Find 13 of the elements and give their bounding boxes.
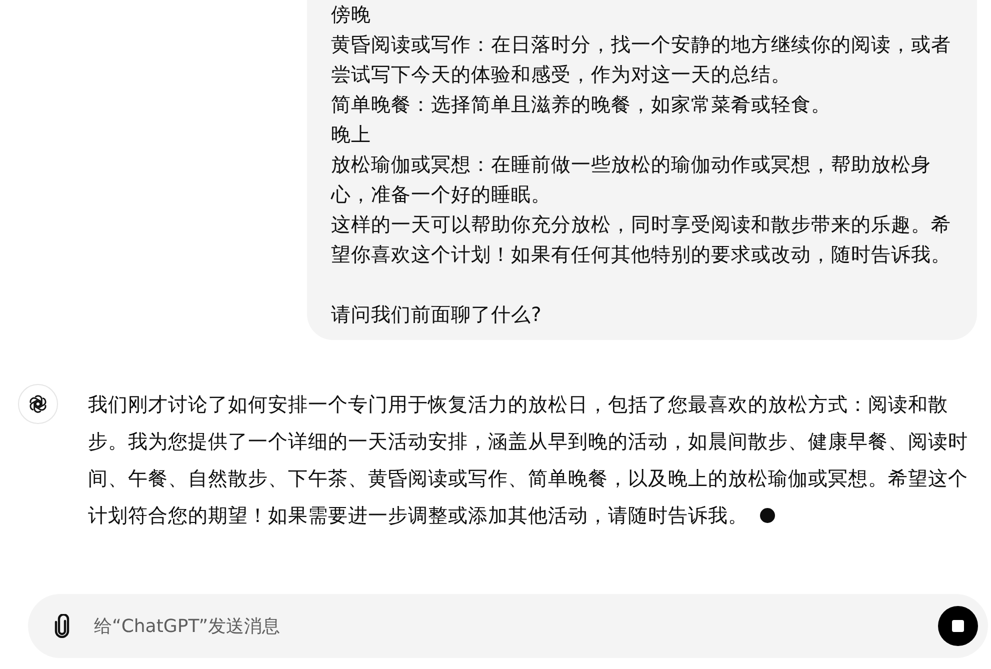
- assistant-message-text: 我们刚才讨论了如何安排一个专门用于恢复活力的放松日，包括了您最喜欢的放松方式：阅读和散步。我为您提供了一个详细的一天活动安排，涵盖从早到晚的活动，如晨间散步、健康早餐、阅读时间、午餐、自然散步、下午茶、黄昏阅读或写作、简单晚餐，以及晚上的放松瑜伽或冥想。希望这个计划符合您的期望！如果需要进一步调整或添加其他活动，请随时告诉我。: [88, 393, 968, 527]
- message-text: 这样的一天可以帮助你充分放松，同时享受阅读和散步带来的乐趣。希望你喜欢这个计划！如果有任何其他特别的要求或改动，随时告诉我。: [331, 212, 952, 268]
- attach-paperclip-icon[interactable]: [52, 614, 72, 638]
- message-text: 晚上: [331, 122, 372, 148]
- message-text: 简单晚餐：选择简单且滋养的晚餐，如家常菜肴或轻食。: [331, 92, 832, 118]
- message-input-field[interactable]: 给“ChatGPT”发送消息: [28, 594, 988, 658]
- message-text: 请问我们前面聊了什么?: [331, 302, 542, 328]
- message-text: 放松瑜伽或冥想：在睡前做一些放松的瑜伽动作或冥想，帮助放松身心，准备一个好的睡眠。: [331, 152, 932, 208]
- message-text: 傍晚: [331, 2, 372, 28]
- stop-generating-button[interactable]: [938, 606, 978, 646]
- assistant-avatar-icon: [18, 384, 58, 424]
- message-input[interactable]: 给“ChatGPT”发送消息: [92, 614, 938, 638]
- message-text: 黄昏阅读或写作：在日落时分，找一个安静的地方继续你的阅读，或者尝试写下今天的体验和感受，作为对这一天的总结。: [331, 32, 952, 88]
